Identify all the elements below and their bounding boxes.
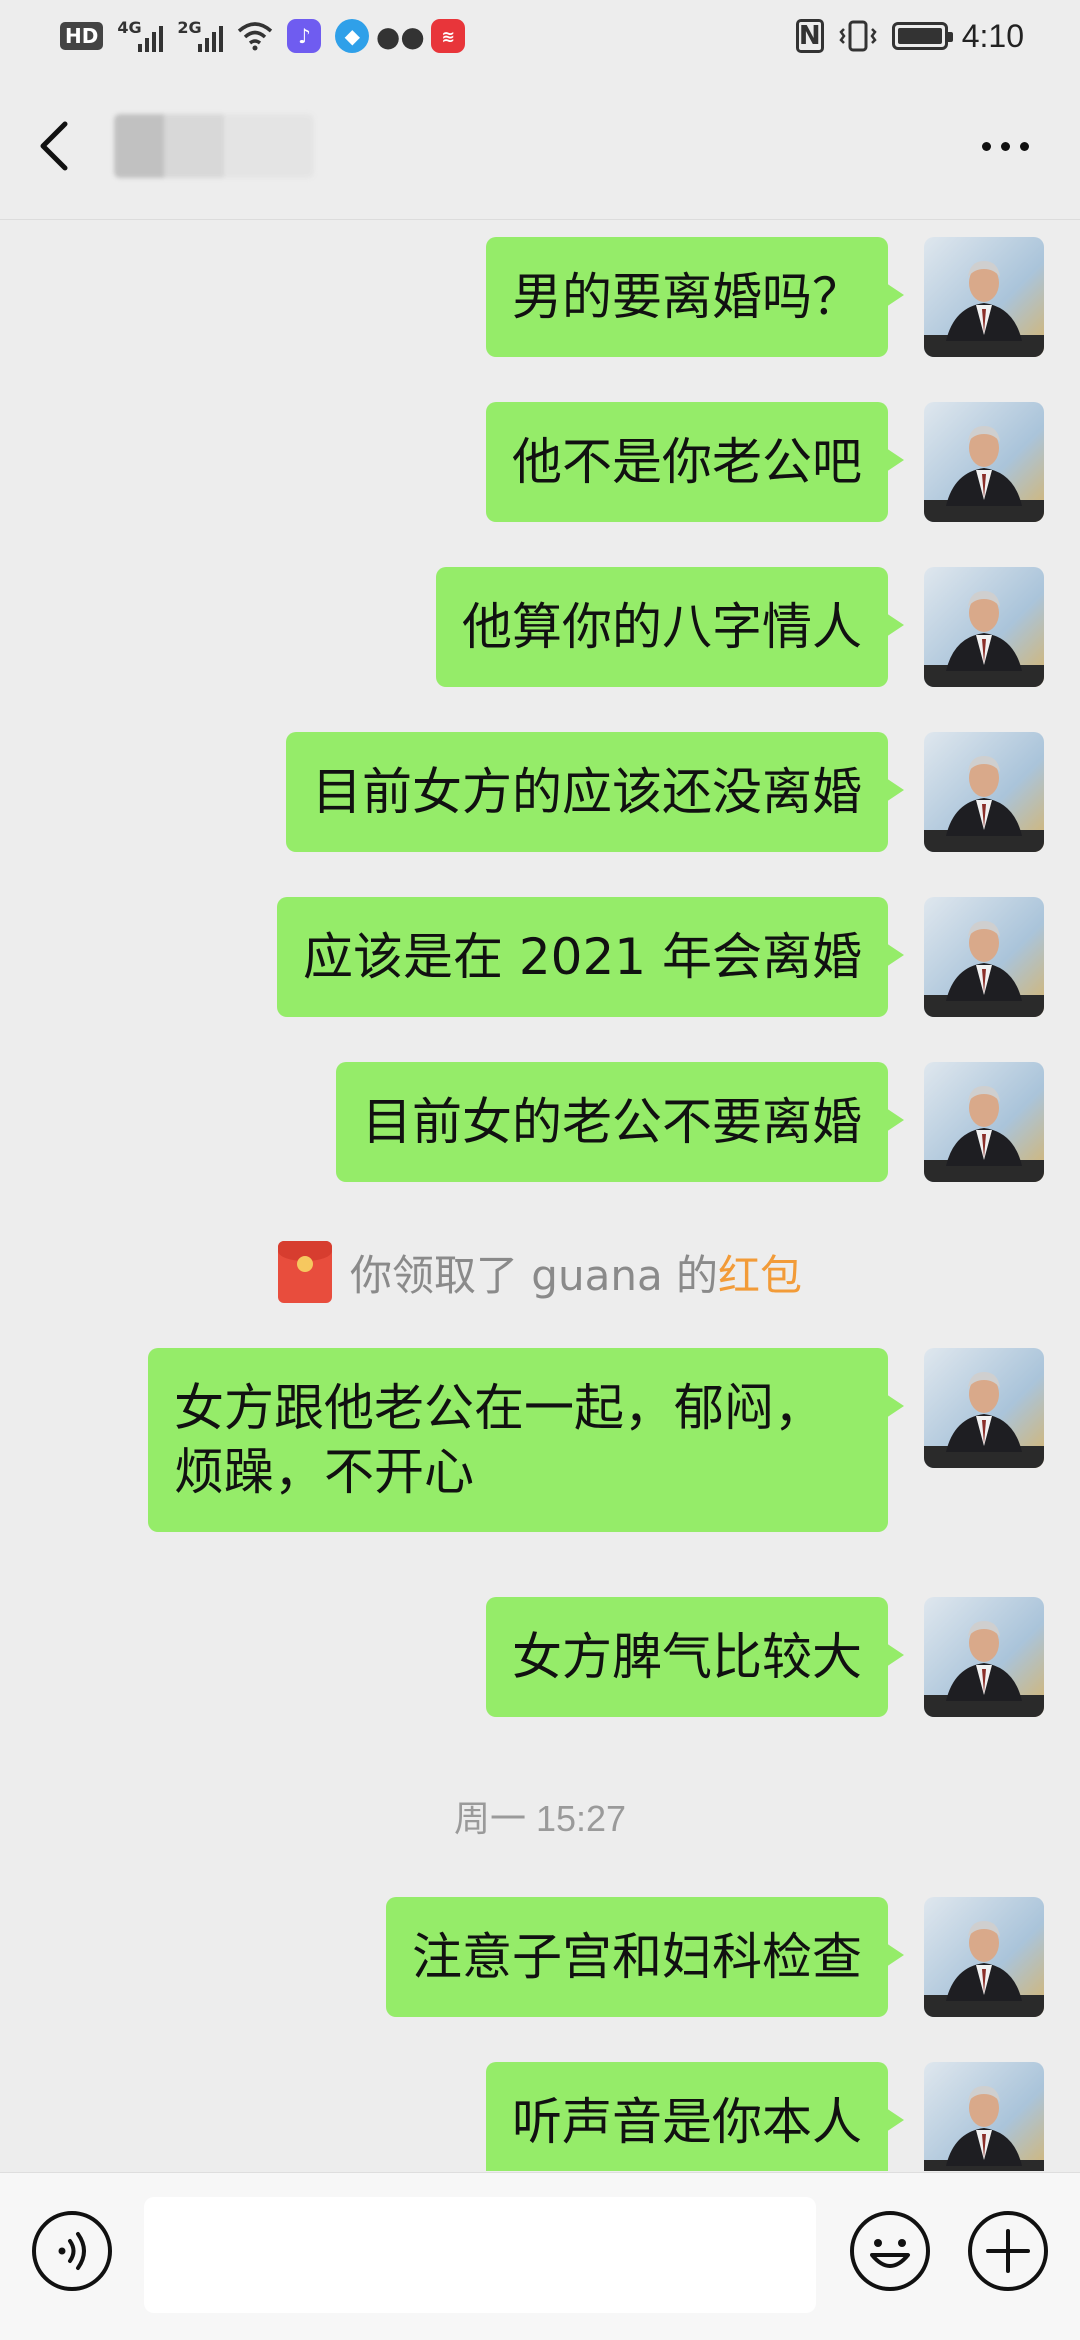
vibrate-icon: [839, 20, 877, 52]
wechat-icon: ●●: [375, 19, 425, 53]
message-bubble[interactable]: 注意子宫和妇科检查: [386, 1897, 904, 2017]
emoji-icon[interactable]: [848, 2209, 932, 2293]
red-packet-icon: [277, 1241, 332, 1303]
message-row: 应该是在 2021 年会离婚: [276, 897, 1044, 1017]
contact-name-redacted: [114, 113, 314, 178]
avatar[interactable]: [924, 237, 1044, 357]
avatar[interactable]: [924, 1897, 1044, 2017]
avatar[interactable]: [924, 402, 1044, 522]
notification-app-icon: ≋: [431, 19, 466, 53]
nfc-icon: N: [795, 19, 824, 53]
more-button[interactable]: [970, 122, 1040, 170]
input-bar: [0, 2172, 1080, 2340]
chat-header: [0, 72, 1080, 220]
avatar[interactable]: [924, 732, 1044, 852]
battery-icon: [891, 22, 953, 50]
message-bubble[interactable]: 听声音是你本人: [486, 2062, 904, 2171]
message-row: 女方跟他老公在一起，郁闷，烦躁，不开心: [148, 1348, 1044, 1532]
avatar[interactable]: [924, 1062, 1044, 1182]
signal-icon-2: 2G: [177, 18, 224, 54]
avatar[interactable]: [924, 1348, 1044, 1468]
clock: 4:10: [961, 17, 1024, 54]
status-bar-right: N 4:10: [795, 17, 1024, 55]
message-input[interactable]: [144, 2197, 816, 2313]
message-row: 女方脾气比较大: [486, 1597, 1044, 1717]
message-row: 他算你的八字情人: [436, 567, 1044, 687]
message-row: 注意子宫和妇科检查: [386, 1897, 1044, 2017]
message-bubble[interactable]: 应该是在 2021 年会离婚: [276, 897, 905, 1017]
plus-icon[interactable]: [966, 2209, 1050, 2293]
avatar[interactable]: [924, 2062, 1044, 2171]
red-packet-notice: 你领取了 guana 的 红包: [0, 1241, 1080, 1303]
red-packet-notice-text: 你领取了 guana 的: [349, 1250, 719, 1300]
avatar[interactable]: [924, 897, 1044, 1017]
message-row: 男的要离婚吗？: [486, 237, 1044, 357]
avatar[interactable]: [924, 1597, 1044, 1717]
signal-icon: 4G: [117, 18, 164, 54]
message-bubble[interactable]: 男的要离婚吗？: [486, 237, 904, 357]
message-bubble[interactable]: 他不是你老公吧: [486, 402, 904, 522]
hd-badge: HD: [60, 22, 104, 50]
status-bar-left: HD 4G 2G ♪ ◆ ●● ≋: [60, 18, 466, 54]
browser-app-icon: ◆: [335, 19, 370, 53]
message-bubble[interactable]: 女方脾气比较大: [486, 1597, 904, 1717]
message-list[interactable]: 男的要离婚吗？ 他不是你老公吧 他算你的八字情人 目前女方的应该还没离婚 应该是…: [0, 221, 1080, 2171]
avatar[interactable]: [924, 567, 1044, 687]
more-dots-icon: [981, 141, 991, 151]
message-row: 目前女方的应该还没离婚: [286, 732, 1044, 852]
message-bubble[interactable]: 目前女方的应该还没离婚: [286, 732, 904, 852]
message-row: 他不是你老公吧: [486, 402, 1044, 522]
message-bubble[interactable]: 目前女的老公不要离婚: [336, 1062, 904, 1182]
message-bubble[interactable]: 他算你的八字情人: [436, 567, 904, 687]
timestamp: 周一 15:27: [453, 1798, 627, 1839]
back-button[interactable]: [0, 72, 110, 220]
status-bar: HD 4G 2G ♪ ◆ ●● ≋ N 4:10: [0, 0, 1080, 72]
red-packet-link[interactable]: 红包: [718, 1242, 802, 1303]
message-bubble[interactable]: 女方跟他老公在一起，郁闷，烦躁，不开心: [148, 1348, 904, 1532]
message-row: 目前女的老公不要离婚: [336, 1062, 1044, 1182]
wifi-icon: [238, 22, 273, 51]
chevron-left-icon: [40, 121, 68, 170]
music-app-icon: ♪: [287, 19, 322, 53]
message-row: 听声音是你本人: [486, 2062, 1044, 2171]
voice-icon[interactable]: [30, 2209, 114, 2293]
